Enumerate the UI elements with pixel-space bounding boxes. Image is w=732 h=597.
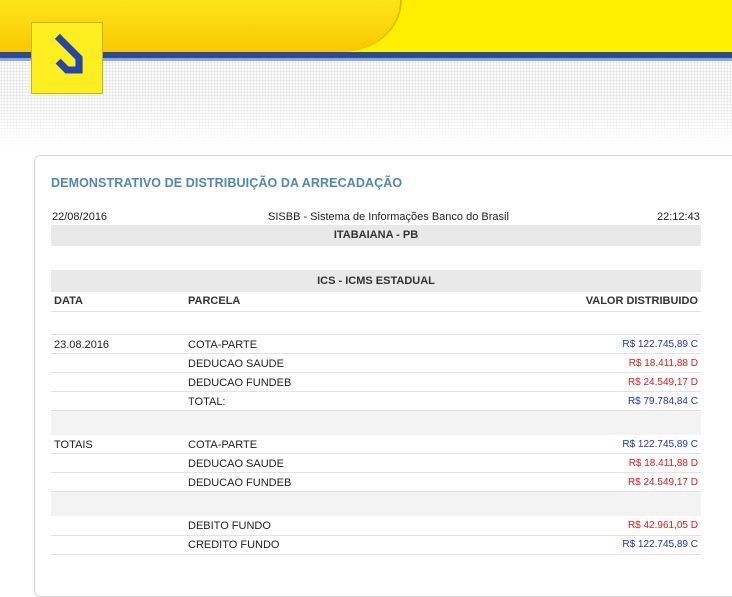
row-value: R$ 42.961,05 D xyxy=(627,520,698,531)
row-parcel: DEDUCAO SAUDE xyxy=(188,458,284,470)
row-parcel: DEDUCAO FUNDEB xyxy=(188,377,292,389)
row-value: R$ 18.411,88 D xyxy=(628,458,698,469)
row-value: R$ 24.549,17 D xyxy=(627,377,698,388)
row-parcel: COTA-PARTE xyxy=(188,339,258,351)
row-value: R$ 122.745,89 C xyxy=(622,339,698,350)
row-divider xyxy=(51,334,701,335)
row-parcel: DEDUCAO SAUDE xyxy=(188,358,284,370)
logo-mark xyxy=(54,33,83,74)
row-divider xyxy=(51,391,701,392)
spacer xyxy=(51,312,701,334)
column-header-date: DATA xyxy=(54,295,83,307)
totals-label: TOTAIS xyxy=(54,439,93,451)
column-header-value: VALOR DISTRIBUIDO xyxy=(585,295,698,307)
page-header xyxy=(0,0,732,150)
row-value: R$ 24.549,17 D xyxy=(627,477,698,488)
row-divider xyxy=(51,372,701,373)
system-name: SISBB - Sistema de Informações Banco do … xyxy=(268,211,509,223)
row-date: 23.08.2016 xyxy=(54,339,110,351)
row-value: R$ 18.411,88 D xyxy=(628,358,698,369)
row-divider xyxy=(51,353,701,354)
row-parcel: CREDITO FUNDO xyxy=(188,539,280,551)
report-title: DEMONSTRATIVO DE DISTRIBUIÇÃO DA ARRECAD… xyxy=(51,176,403,190)
row-divider xyxy=(51,453,701,454)
tax-name: ICS - ICMS ESTADUAL xyxy=(317,275,435,287)
row-divider xyxy=(51,472,701,473)
report-time: 22:12:43 xyxy=(657,211,700,223)
row-parcel: DEDUCAO FUNDEB xyxy=(188,477,292,489)
municipality-name: ITABAIANA - PB xyxy=(333,229,419,241)
row-parcel: DEBITO FUNDO xyxy=(188,520,271,532)
spacer xyxy=(51,492,701,516)
header-fade xyxy=(0,95,732,150)
banco-do-brasil-logo-icon[interactable] xyxy=(31,22,103,94)
row-divider xyxy=(51,535,701,536)
spacer xyxy=(51,247,701,268)
row-value: R$ 122.745,89 C xyxy=(622,439,698,450)
row-value: R$ 122.745,89 C xyxy=(622,539,698,550)
row-value: R$ 79.784,84 C xyxy=(627,396,698,407)
report-date: 22/08/2016 xyxy=(52,211,108,223)
spacer xyxy=(51,411,701,435)
row-divider xyxy=(51,554,701,555)
row-parcel: COTA-PARTE xyxy=(188,439,258,451)
column-header-parcel: PARCELA xyxy=(188,295,241,307)
row-parcel: TOTAL: xyxy=(188,396,226,408)
